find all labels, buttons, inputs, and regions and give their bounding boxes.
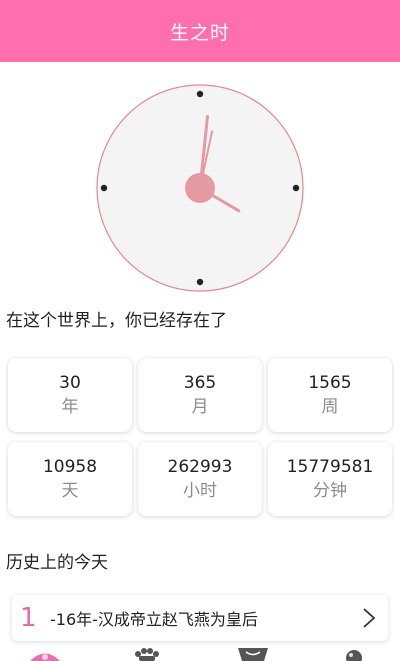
- stat-unit: 年: [61, 397, 79, 417]
- stat-value: 15779581: [286, 457, 374, 477]
- title-bar: 生之时: [0, 0, 400, 62]
- stat-unit: 月: [191, 397, 209, 417]
- page-title: 生之时: [169, 21, 230, 44]
- cup-icon[interactable]: [236, 648, 270, 661]
- stat-unit: 周: [321, 397, 339, 417]
- history-text: -16年-汉成帝立赵飞燕为皇后: [50, 610, 258, 629]
- stat-unit: 小时: [183, 481, 217, 501]
- clock-mark-6: [196, 278, 204, 286]
- stat-card-days: 10958 天: [8, 442, 132, 516]
- stat-unit: 天: [61, 481, 79, 501]
- clock-mark-3: [292, 184, 300, 192]
- stat-card-months: 365 月: [138, 358, 262, 432]
- stat-unit: 分钟: [313, 481, 347, 501]
- history-index: 1: [20, 603, 37, 633]
- stat-value: 365: [183, 373, 217, 393]
- analog-clock: [0, 62, 400, 304]
- stat-card-weeks: 1565 周: [268, 358, 392, 432]
- intro-label: 在这个世界上，你已经存在了: [6, 311, 227, 331]
- stat-value: 30: [59, 373, 81, 393]
- stat-value: 1565: [308, 373, 352, 393]
- stat-value: 10958: [42, 457, 98, 477]
- clock-mark-12: [196, 90, 204, 98]
- clock-center: [185, 173, 215, 203]
- history-label: 历史上的今天: [6, 553, 108, 573]
- home-icon[interactable]: [28, 648, 62, 661]
- stat-card-years: 30 年: [8, 358, 132, 432]
- drop-icon[interactable]: [344, 648, 364, 661]
- stat-card-hours: 262993 小时: [138, 442, 262, 516]
- paw-icon[interactable]: [132, 648, 162, 661]
- stat-card-minutes: 15779581 分钟: [268, 442, 392, 516]
- app-root: 生之时 在这个世界上，你已经存在了 30 年 365 月 1565 周 1095…: [0, 0, 400, 661]
- history-item[interactable]: 1 -16年-汉成帝立赵飞燕为皇后: [12, 595, 388, 641]
- clock-svg: [96, 84, 304, 292]
- bottom-nav: [0, 648, 400, 661]
- stat-value: 262993: [167, 457, 233, 477]
- clock-mark-9: [100, 184, 108, 192]
- chevron-right-icon[interactable]: [356, 606, 380, 630]
- stats-grid: 30 年 365 月 1565 周 10958 天 262993 小时 1577…: [0, 358, 400, 516]
